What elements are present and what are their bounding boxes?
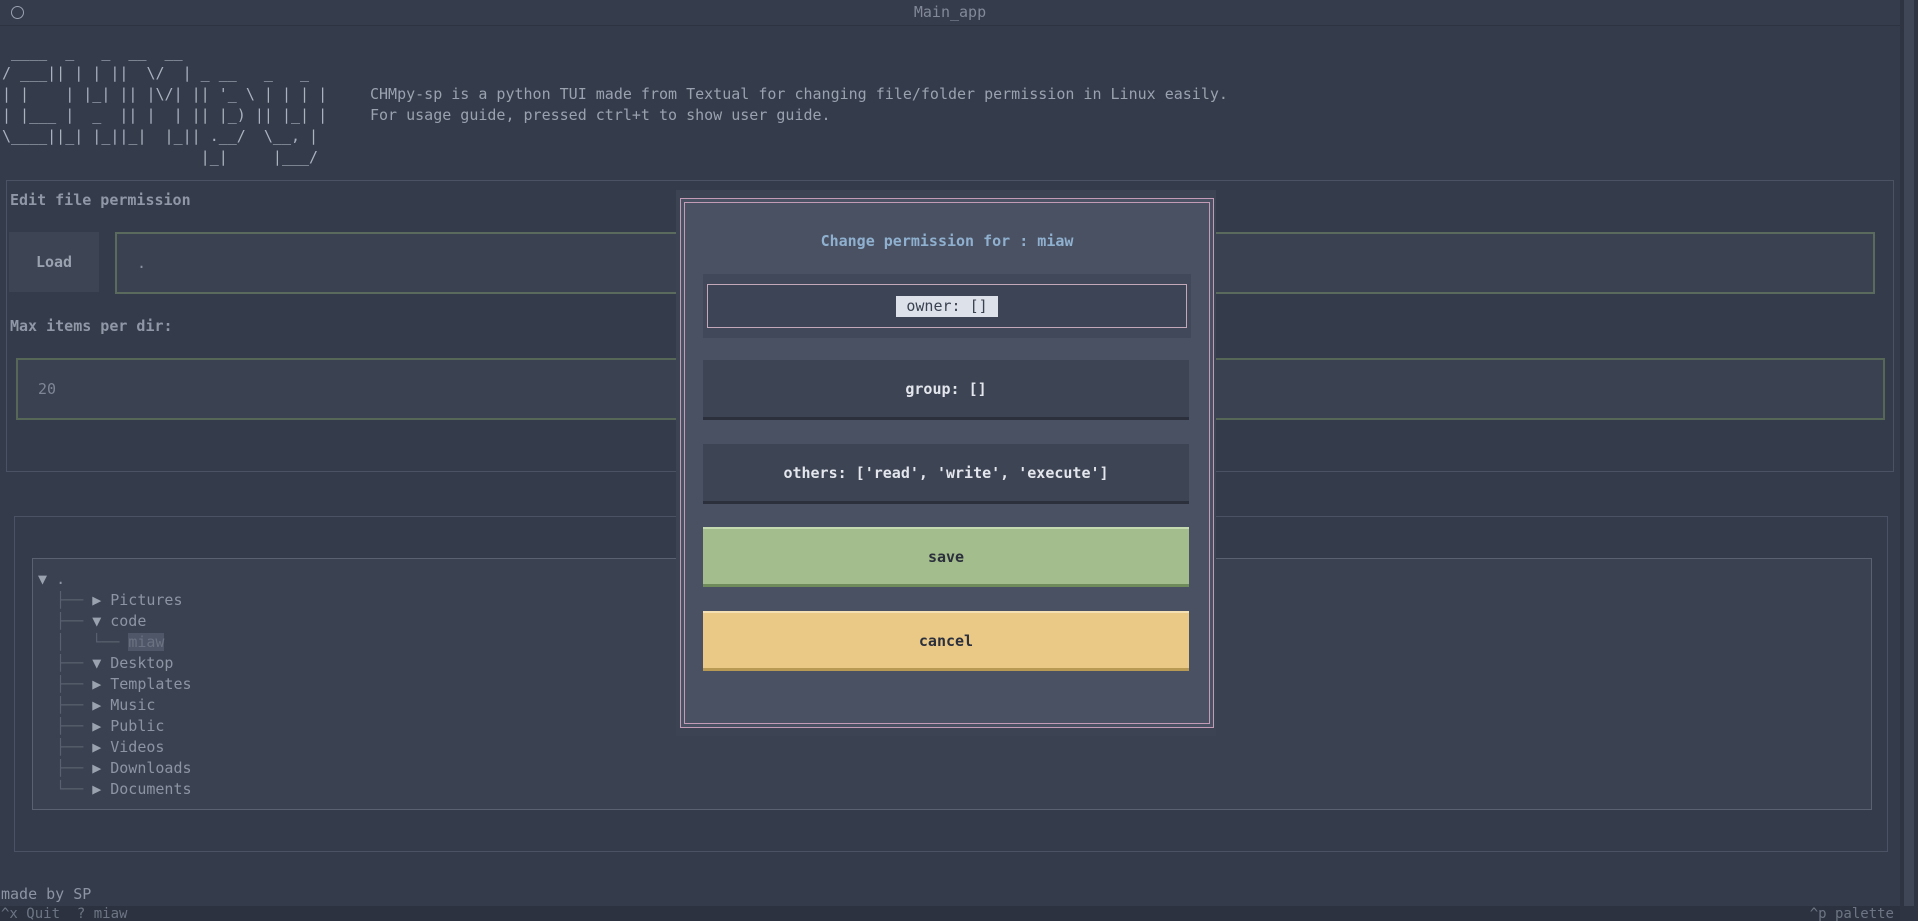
collapsed-triangle-icon: ▶ [92, 591, 102, 609]
collapsed-triangle-icon: ▶ [92, 738, 102, 756]
owner-label: owner: [] [896, 295, 998, 317]
scrollbar-thumb[interactable] [1904, 0, 1914, 906]
expanded-triangle-icon: ▼ [92, 654, 102, 672]
footer-keys: ^x Quit ? miaw [1, 906, 127, 921]
expanded-triangle-icon: ▼ [92, 612, 102, 630]
collapsed-triangle-icon: ▶ [92, 717, 102, 735]
help-key[interactable]: ? [77, 906, 85, 921]
description-line-1: CHMpy-sp is a python TUI made from Textu… [370, 85, 1228, 103]
cancel-button[interactable]: cancel [703, 611, 1189, 671]
palette-key: ^p [1809, 906, 1827, 921]
title-bar: Main_app [0, 0, 1900, 26]
tree-node[interactable]: ├── ▼ Desktop [38, 653, 173, 674]
tree-node[interactable]: └── ▶ Documents [38, 779, 191, 800]
quit-key[interactable]: ^x [1, 906, 18, 921]
expanded-triangle-icon: ▼ [38, 570, 48, 588]
tree-node[interactable]: ├── ▶ Videos [38, 737, 164, 758]
tree-node[interactable]: ├── ▶ Music [38, 695, 155, 716]
load-button[interactable]: Load [9, 232, 99, 292]
description-line-2: For usage guide, pressed ctrl+t to show … [370, 106, 831, 124]
help-label[interactable]: miaw [94, 906, 128, 921]
tree-node[interactable]: ├── ▶ Pictures [38, 590, 182, 611]
others-button[interactable]: others: ['read', 'write', 'execute'] [703, 444, 1189, 504]
group-button[interactable]: group: [] [703, 360, 1189, 420]
tree-node[interactable]: ├── ▶ Templates [38, 674, 191, 695]
max-items-label: Max items per dir: [10, 317, 173, 335]
app-root: Main_app ____ _ _ __ __ / ___|| | | || \… [0, 0, 1918, 921]
vertical-scrollbar[interactable] [1900, 0, 1918, 921]
app-description: CHMpy-sp is a python TUI made from Textu… [370, 84, 1228, 126]
palette-binding[interactable]: ^p palette [1810, 906, 1894, 921]
dialog-title: Change permission for : miaw [820, 232, 1074, 250]
owner-select[interactable]: owner: [] [707, 284, 1187, 328]
collapsed-triangle-icon: ▶ [92, 759, 102, 777]
tree-node[interactable]: ├── ▶ Public [38, 716, 164, 737]
collapsed-triangle-icon: ▶ [92, 675, 102, 693]
palette-label: palette [1834, 906, 1894, 921]
ascii-logo: ____ _ _ __ __ / ___|| | | || \/ | _ __ … [2, 43, 328, 166]
collapsed-triangle-icon: ▶ [92, 696, 102, 714]
footer-bar: ^x Quit ? miaw ^p palette [0, 906, 1900, 921]
tree-node[interactable]: ├── ▶ Downloads [38, 758, 191, 779]
made-by-label: made by SP [1, 885, 92, 903]
tree-node-root[interactable]: ▼ . [38, 569, 65, 590]
collapsed-triangle-icon: ▶ [92, 780, 102, 798]
tree-node[interactable]: ├── ▼ code [38, 611, 146, 632]
window-title: Main_app [913, 3, 987, 21]
save-button[interactable]: save [703, 527, 1189, 587]
tree-node-selected[interactable]: │ └── miaw [38, 632, 165, 653]
quit-label[interactable]: Quit [26, 906, 60, 921]
edit-section-label: Edit file permission [10, 191, 191, 209]
